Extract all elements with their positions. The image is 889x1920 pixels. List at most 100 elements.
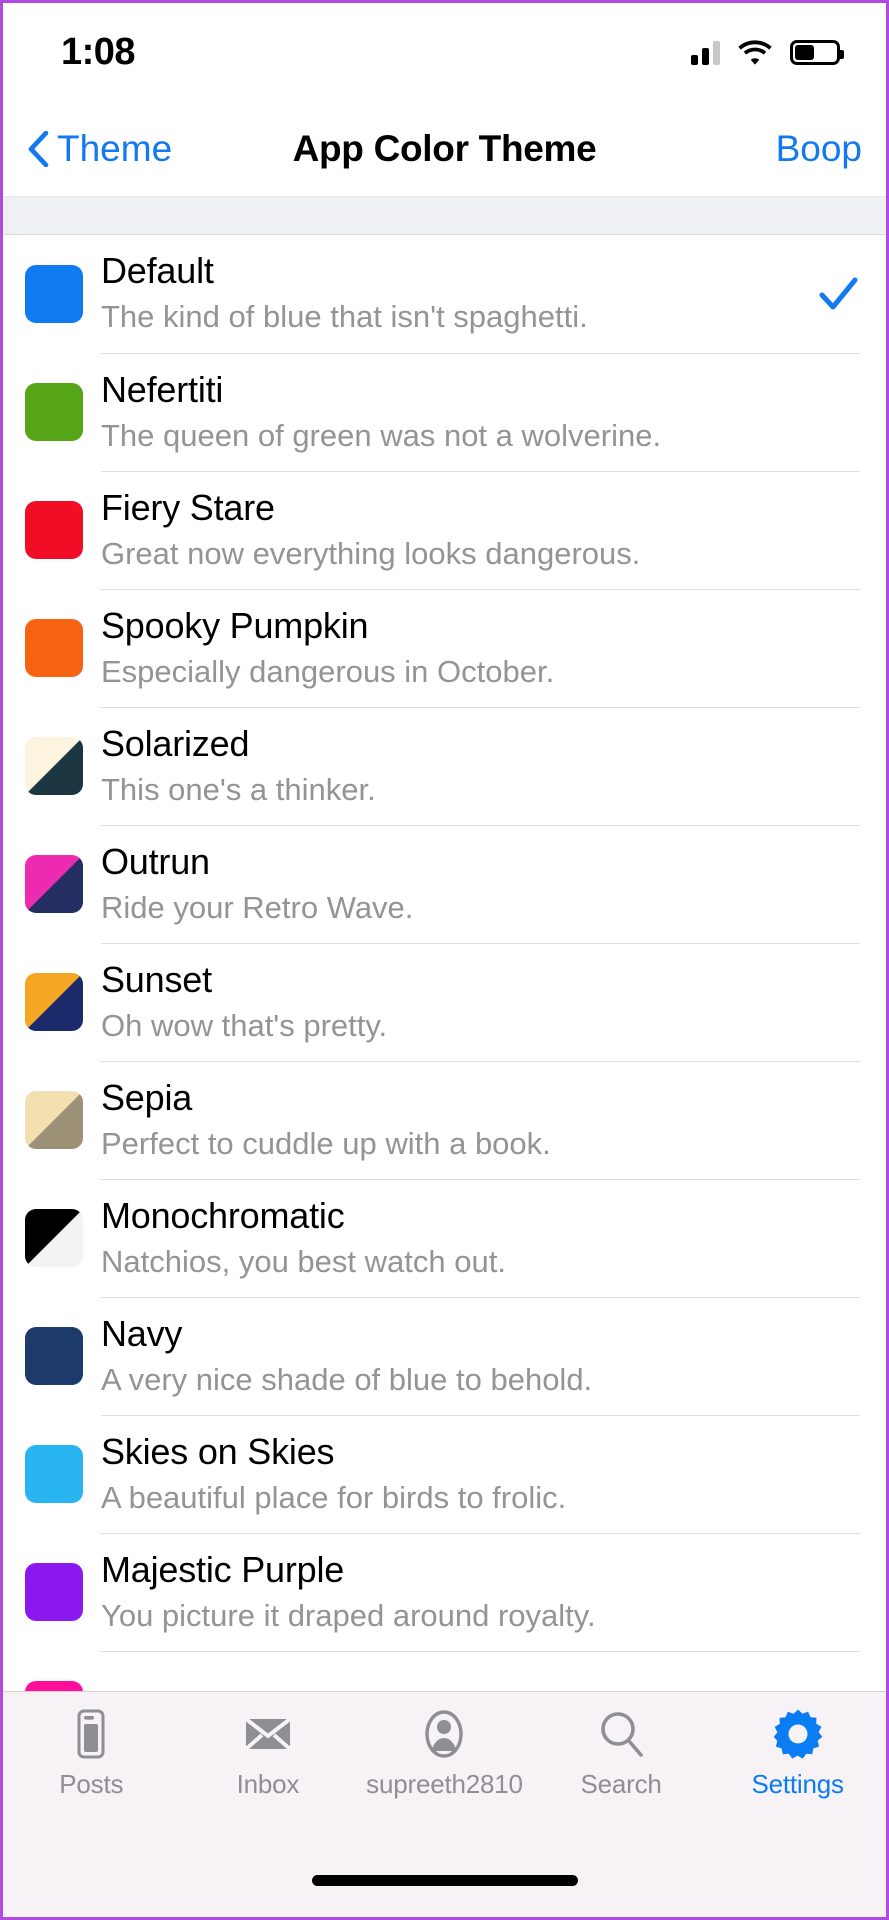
theme-row-text: Default The kind of blue that isn't spagh… xyxy=(101,250,804,337)
theme-row[interactable]: Default The kind of blue that isn't spagh… xyxy=(3,235,886,353)
status-bar-time: 1:08 xyxy=(61,30,136,73)
theme-row[interactable]: Fiery Stare Great now everything looks da… xyxy=(3,471,886,589)
theme-name: Navy xyxy=(101,1312,183,1354)
boop-button[interactable]: Boop xyxy=(776,128,862,170)
theme-row-content: Sepia Perfect to cuddle up with a book. xyxy=(101,1061,860,1179)
tab-settings[interactable]: Settings xyxy=(709,1708,886,1800)
theme-color-swatch xyxy=(25,1563,83,1621)
theme-color-swatch xyxy=(25,501,83,559)
tab-label: Posts xyxy=(59,1769,124,1799)
theme-description: Perfect to cuddle up with a book. xyxy=(101,1125,551,1161)
theme-row[interactable]: Nefertiti The queen of green was not a wo… xyxy=(3,353,886,471)
gear-icon xyxy=(772,1708,824,1760)
tab-label: Search xyxy=(580,1769,662,1799)
theme-row-content: Solarized This one's a thinker. xyxy=(101,707,860,825)
theme-color-swatch xyxy=(25,973,83,1031)
theme-row[interactable]: Majestic Purple You picture it draped aro… xyxy=(3,1533,886,1651)
theme-color-swatch xyxy=(25,1445,83,1503)
theme-color-swatch xyxy=(25,619,83,677)
theme-row-text: Magentasplosion xyxy=(101,1690,860,1691)
theme-name: Majestic Purple xyxy=(101,1548,345,1590)
theme-row-content: Nefertiti The queen of green was not a wo… xyxy=(101,353,860,471)
theme-name: Nefertiti xyxy=(101,368,224,410)
back-button[interactable]: Theme xyxy=(27,128,172,170)
cellular-bars-icon xyxy=(691,39,720,65)
theme-row-content: Skies on Skies A beautiful place for bird… xyxy=(101,1415,860,1533)
theme-list: Default The kind of blue that isn't spagh… xyxy=(3,235,886,1691)
theme-name: Fiery Stare xyxy=(101,486,275,528)
theme-description: Great now everything looks dangerous. xyxy=(101,535,641,571)
theme-row[interactable]: Navy A very nice shade of blue to behold. xyxy=(3,1297,886,1415)
tab-label: Inbox xyxy=(236,1769,300,1799)
tab-posts[interactable]: Posts xyxy=(3,1708,180,1800)
tab-inbox[interactable]: Inbox xyxy=(180,1708,357,1800)
back-button-label: Theme xyxy=(57,127,173,169)
theme-row[interactable]: Sepia Perfect to cuddle up with a book. xyxy=(3,1061,886,1179)
theme-description: You picture it draped around royalty. xyxy=(101,1597,596,1633)
theme-row-content: Spooky Pumpkin Especially dangerous in Oc… xyxy=(101,589,860,707)
tab-search[interactable]: Search xyxy=(533,1708,710,1800)
theme-name: Sunset xyxy=(101,958,212,1000)
home-indicator-area xyxy=(3,1843,886,1917)
theme-row[interactable]: Skies on Skies A beautiful place for bird… xyxy=(3,1415,886,1533)
theme-row-content: Outrun Ride your Retro Wave. xyxy=(101,825,860,943)
theme-row[interactable]: Spooky Pumpkin Especially dangerous in Oc… xyxy=(3,589,886,707)
profile-avatar-icon xyxy=(418,1708,470,1760)
theme-row-content: Monochromatic Natchios, you best watch ou… xyxy=(101,1179,860,1297)
theme-row-text: Sepia Perfect to cuddle up with a book. xyxy=(101,1077,860,1164)
theme-name: Magentasplosion xyxy=(101,1690,860,1691)
theme-name: Skies on Skies xyxy=(101,1430,335,1472)
posts-icon xyxy=(65,1708,117,1760)
theme-row-content: Default The kind of blue that isn't spagh… xyxy=(101,235,860,353)
theme-row[interactable]: Sunset Oh wow that's pretty. xyxy=(3,943,886,1061)
phone-screen: 1:08 Theme App Color Theme Boop Default … xyxy=(0,0,889,1920)
theme-color-swatch xyxy=(25,737,83,795)
theme-name: Sepia xyxy=(101,1076,193,1118)
theme-color-swatch xyxy=(25,1209,83,1267)
theme-row-text: Solarized This one's a thinker. xyxy=(101,723,860,810)
theme-row-text: Sunset Oh wow that's pretty. xyxy=(101,959,860,1046)
theme-color-swatch xyxy=(25,1091,83,1149)
theme-row-text: Majestic Purple You picture it draped aro… xyxy=(101,1549,860,1636)
theme-color-swatch xyxy=(25,383,83,441)
battery-icon xyxy=(790,39,844,65)
theme-row-text: Skies on Skies A beautiful place for bird… xyxy=(101,1431,860,1518)
theme-row-text: Fiery Stare Great now everything looks da… xyxy=(101,487,860,574)
theme-color-swatch xyxy=(25,265,83,323)
theme-row-text: Nefertiti The queen of green was not a wo… xyxy=(101,369,860,456)
theme-color-swatch xyxy=(25,855,83,913)
theme-name: Solarized xyxy=(101,722,250,764)
tab-supreeth2810[interactable]: supreeth2810 xyxy=(356,1708,533,1800)
section-header-spacer xyxy=(3,197,886,235)
theme-row[interactable]: Solarized This one's a thinker. xyxy=(3,707,886,825)
theme-description: The queen of green was not a wolverine. xyxy=(101,417,662,453)
navigation-bar: Theme App Color Theme Boop xyxy=(3,101,886,197)
theme-color-swatch xyxy=(25,1327,83,1385)
home-indicator[interactable] xyxy=(311,1874,578,1886)
theme-row[interactable]: Monochromatic Natchios, you best watch ou… xyxy=(3,1179,886,1297)
theme-description: Especially dangerous in October. xyxy=(101,653,555,689)
theme-name: Default xyxy=(101,250,214,292)
theme-description: Ride your Retro Wave. xyxy=(101,889,414,925)
theme-description: A very nice shade of blue to behold. xyxy=(101,1361,593,1397)
status-bar-indicators xyxy=(691,39,844,65)
magnifier-icon xyxy=(595,1708,647,1760)
tab-bar: Posts Inbox supreeth2810 Search Settings xyxy=(3,1691,886,1843)
theme-description: A beautiful place for birds to frolic. xyxy=(101,1479,567,1515)
theme-description: This one's a thinker. xyxy=(101,771,376,807)
tab-label: supreeth2810 xyxy=(366,1769,523,1799)
theme-row-text: Monochromatic Natchios, you best watch ou… xyxy=(101,1195,860,1282)
checkmark-icon xyxy=(816,272,860,316)
theme-row[interactable]: Outrun Ride your Retro Wave. xyxy=(3,825,886,943)
theme-row-content: Sunset Oh wow that's pretty. xyxy=(101,943,860,1061)
tab-label: Settings xyxy=(751,1769,844,1799)
theme-description: The kind of blue that isn't spaghetti. xyxy=(101,299,588,335)
theme-row[interactable]: Magentasplosion xyxy=(3,1651,886,1691)
theme-row-content: Majestic Purple You picture it draped aro… xyxy=(101,1533,860,1651)
theme-row-text: Navy A very nice shade of blue to behold. xyxy=(101,1313,860,1400)
theme-row-content: Fiery Stare Great now everything looks da… xyxy=(101,471,860,589)
theme-row-content: Magentasplosion xyxy=(101,1651,860,1691)
theme-name: Spooky Pumpkin xyxy=(101,604,369,646)
theme-name: Outrun xyxy=(101,840,210,882)
envelope-icon xyxy=(242,1708,294,1760)
